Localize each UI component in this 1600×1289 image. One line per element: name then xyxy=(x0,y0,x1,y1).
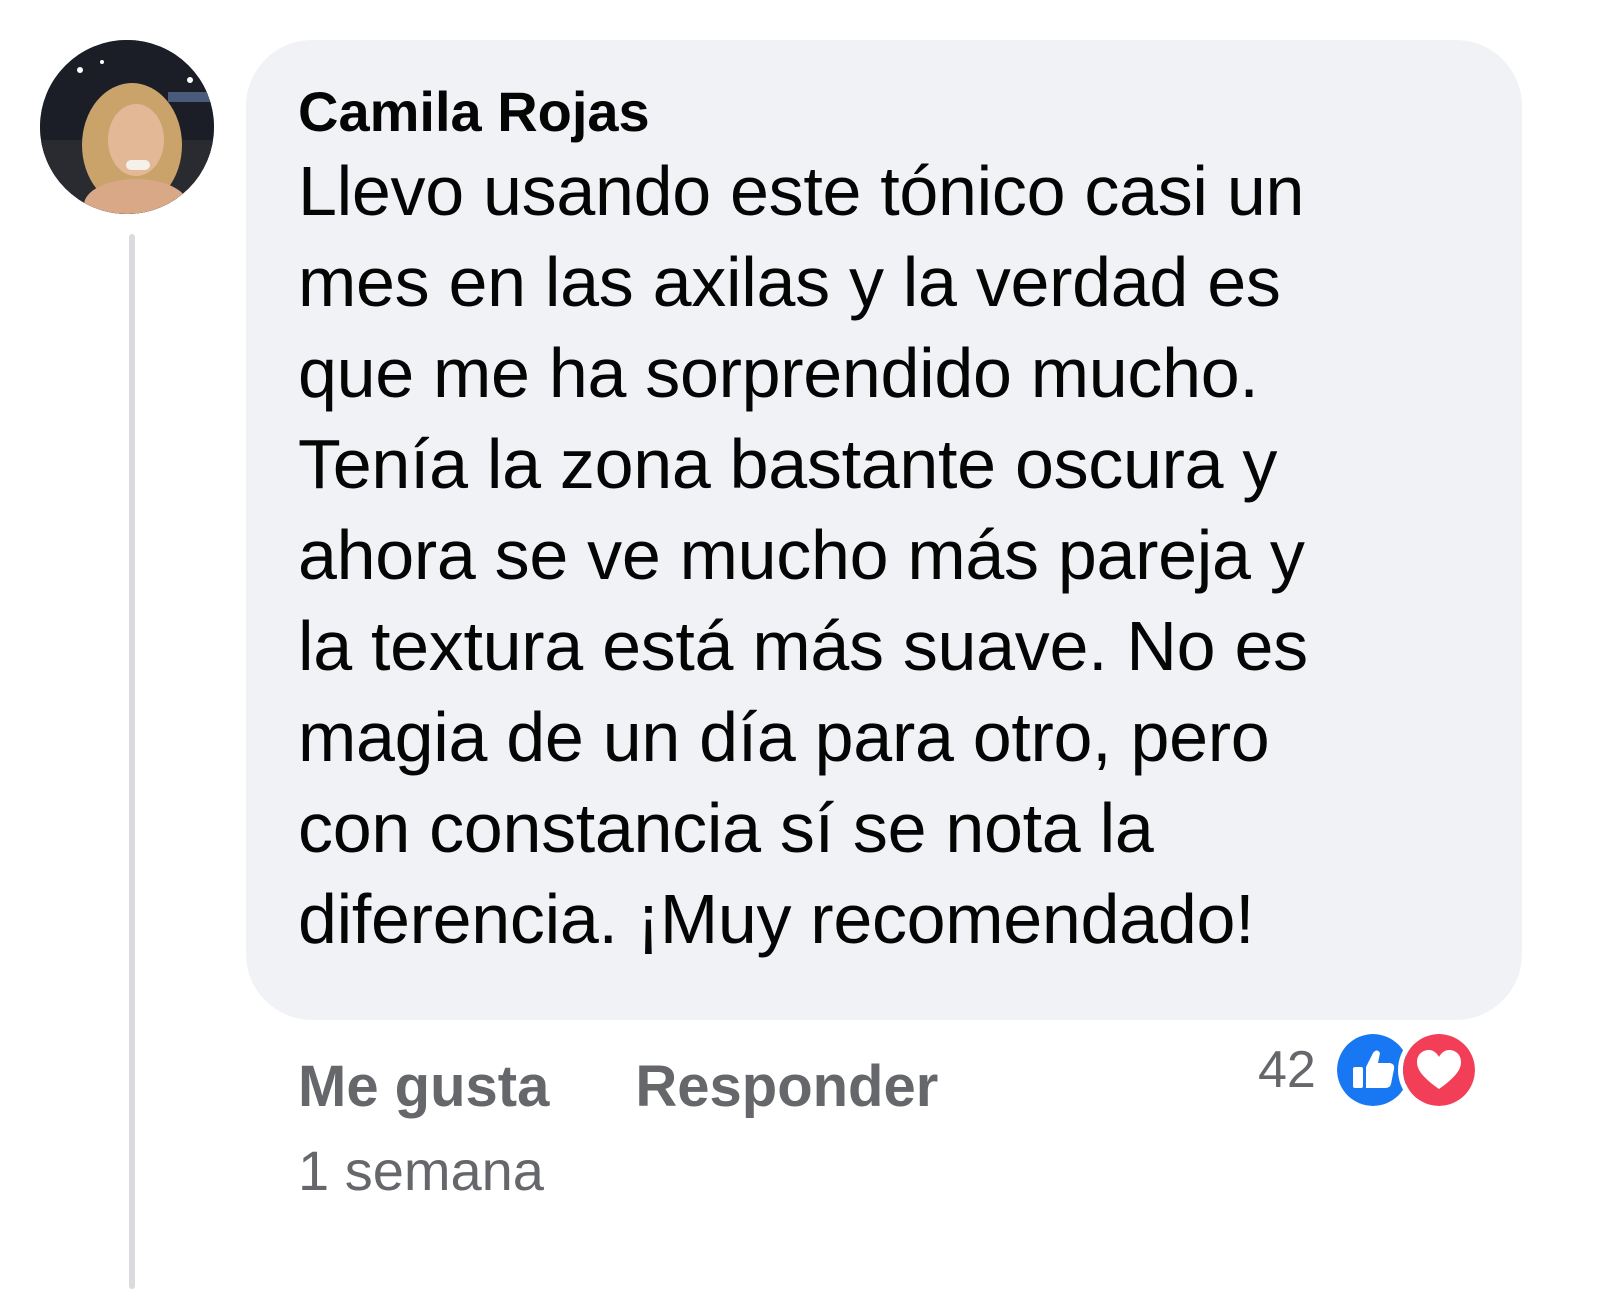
thread-line xyxy=(129,234,135,1289)
comment-timestamp[interactable]: 1 semana xyxy=(298,1136,544,1206)
reaction-count: 42 xyxy=(1258,1041,1316,1099)
comment-bubble: Camila Rojas Llevo usando este tónico ca… xyxy=(246,40,1522,1020)
reaction-summary[interactable]: 42 xyxy=(1258,1029,1480,1111)
comment-actions: Me gusta Responder xyxy=(298,1052,938,1122)
like-button[interactable]: Me gusta xyxy=(298,1052,549,1122)
comment-author[interactable]: Camila Rojas xyxy=(298,78,1482,146)
avatar[interactable] xyxy=(40,40,214,214)
reply-button[interactable]: Responder xyxy=(635,1052,938,1122)
profile-photo xyxy=(40,40,214,214)
comment-text: Llevo usando este tónico casi un mes en … xyxy=(298,152,1308,958)
love-icon xyxy=(1397,1029,1480,1111)
